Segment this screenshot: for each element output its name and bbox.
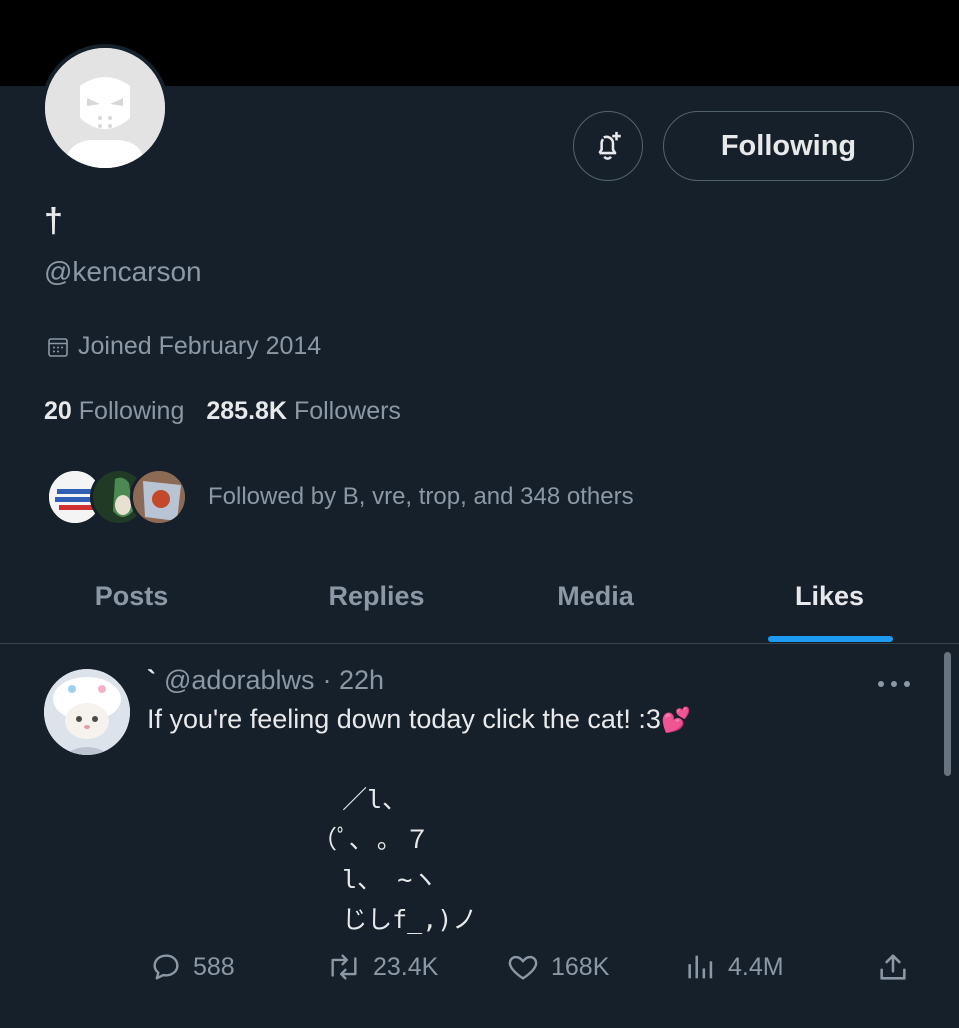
post-actions: 588 23.4K 168K 4.4M xyxy=(0,950,959,994)
more-icon xyxy=(878,681,910,687)
share-icon xyxy=(880,954,906,980)
joined-date: Joined February 2014 xyxy=(46,332,321,361)
post-header: ` @adorablws · 22h xyxy=(147,665,384,696)
tab-likes[interactable]: Likes xyxy=(752,548,907,644)
like-button[interactable]: 168K xyxy=(505,950,609,984)
default-avatar-icon xyxy=(45,48,165,168)
display-name: † xyxy=(44,202,63,240)
repost-icon xyxy=(331,954,357,980)
bell-plus-icon xyxy=(598,131,621,160)
views-button[interactable]: 4.4M xyxy=(684,950,784,984)
views-count: 4.4M xyxy=(728,952,784,981)
like-count: 168K xyxy=(551,952,610,981)
reply-button[interactable]: 588 xyxy=(149,950,235,984)
post-time[interactable]: · 22h xyxy=(322,665,384,696)
reply-count: 588 xyxy=(193,952,235,981)
mutual-avatar xyxy=(130,468,188,526)
calendar-icon xyxy=(48,337,68,357)
views-icon xyxy=(688,955,713,979)
following-button[interactable]: Following xyxy=(663,111,914,181)
following-count: 20 xyxy=(44,397,72,425)
followed-by-row[interactable]: Followed by B, vre, trop, and 348 others xyxy=(46,466,634,528)
profile-stats: 20 Following 285.8K Followers xyxy=(44,397,401,426)
joined-text: Joined February 2014 xyxy=(78,332,322,360)
mutual-avatars xyxy=(46,466,188,528)
followers-count: 285.8K xyxy=(206,397,287,425)
post-text: If you're feeling down today click the c… xyxy=(147,704,691,735)
profile-handle: @kencarson xyxy=(44,256,202,287)
post-body: If you're feeling down today click the c… xyxy=(147,704,661,734)
profile-tabs: Posts Replies Media Likes xyxy=(0,548,959,644)
post-author-avatar[interactable] xyxy=(44,669,130,755)
profile-avatar[interactable] xyxy=(41,44,169,172)
following-label: Following xyxy=(78,397,185,425)
followers-label: Followers xyxy=(293,397,401,425)
more-options-button[interactable] xyxy=(876,668,912,696)
share-button[interactable] xyxy=(876,950,910,984)
post-author-handle[interactable]: @adorablws xyxy=(164,665,314,696)
ascii-cat-art[interactable]: ／l、 （ﾟ､ ｡ ７ l、 ~ヽ じしf_,)ノ xyxy=(312,780,477,940)
repost-count: 23.4K xyxy=(373,952,439,981)
two-hearts-emoji: 💕 xyxy=(660,707,691,734)
followers-stat[interactable]: 285.8K Followers xyxy=(206,397,401,426)
tab-posts[interactable]: Posts xyxy=(54,548,209,644)
post-author-name[interactable]: ` xyxy=(147,665,156,696)
repost-button[interactable]: 23.4K xyxy=(325,950,438,984)
followed-by-text: Followed by B, vre, trop, and 348 others xyxy=(208,483,634,510)
tab-replies[interactable]: Replies xyxy=(299,548,454,644)
tab-media[interactable]: Media xyxy=(518,548,673,644)
heart-icon xyxy=(508,955,538,980)
notification-bell-button[interactable] xyxy=(573,111,643,181)
reply-icon xyxy=(153,954,179,980)
following-stat[interactable]: 20 Following xyxy=(44,397,184,426)
scrollbar[interactable] xyxy=(944,652,951,776)
active-tab-indicator xyxy=(768,636,893,642)
